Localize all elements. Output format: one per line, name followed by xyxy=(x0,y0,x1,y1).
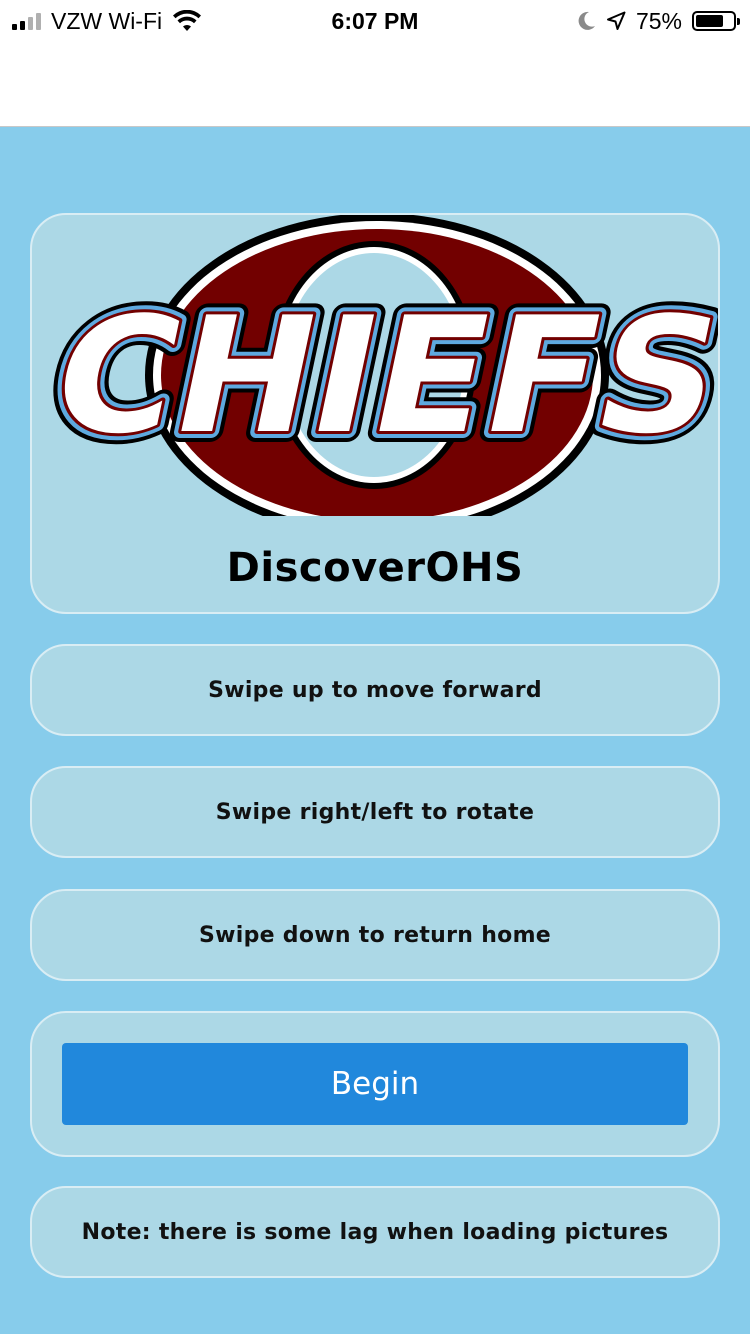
chiefs-logo: CHIEFS CHIEFS CHIEFS xyxy=(32,215,718,516)
status-bar: VZW Wi-Fi 6:07 PM 75% xyxy=(0,0,750,127)
begin-button[interactable]: Begin xyxy=(62,1043,688,1125)
battery-fill xyxy=(696,15,723,27)
logo-text-maroon: CHIEFS xyxy=(38,284,718,470)
instruction-swipe-up: Swipe up to move forward xyxy=(30,644,720,736)
begin-card: Begin xyxy=(30,1011,720,1157)
instruction-label: Swipe up to move forward xyxy=(208,677,542,703)
instruction-label: Swipe right/left to rotate xyxy=(215,799,535,825)
instruction-label: Swipe down to return home xyxy=(198,922,552,948)
note-card: Note: there is some lag when loading pic… xyxy=(30,1186,720,1278)
note-label: Note: there is some lag when loading pic… xyxy=(81,1219,669,1245)
hero-card: CHIEFS CHIEFS CHIEFS DiscoverOHS xyxy=(30,213,720,614)
app-title: DiscoverOHS xyxy=(226,545,524,591)
instruction-swipe-rotate: Swipe right/left to rotate xyxy=(30,766,720,858)
location-arrow-icon xyxy=(606,11,626,30)
battery-percent: 75% xyxy=(635,7,682,34)
instruction-swipe-down: Swipe down to return home xyxy=(30,889,720,981)
moon-icon xyxy=(578,11,595,30)
battery-icon xyxy=(692,11,740,31)
status-right: 75% xyxy=(578,6,740,36)
